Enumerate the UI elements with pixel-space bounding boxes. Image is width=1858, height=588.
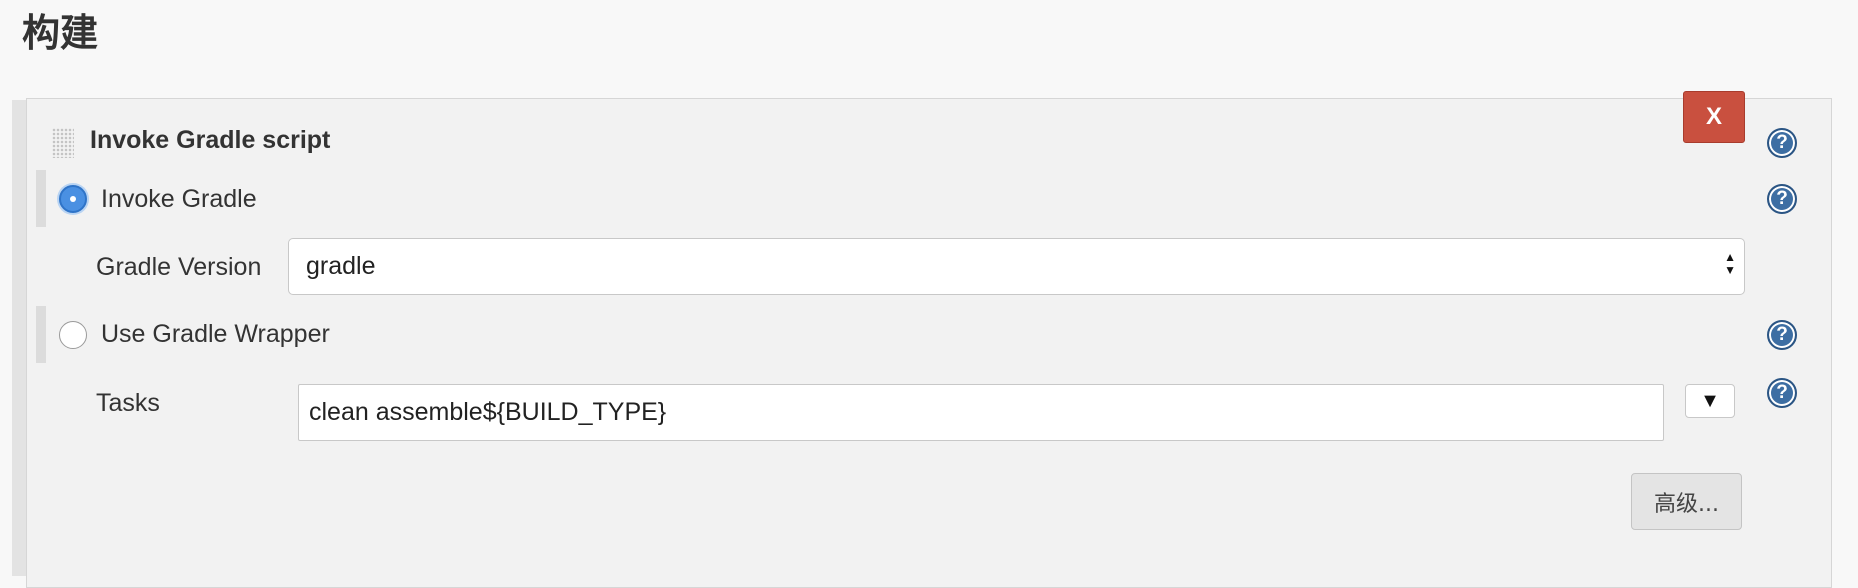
section-title: 构建 — [22, 11, 99, 55]
select-arrows-icon: ▲ ▼ — [1724, 250, 1736, 277]
delete-step-button[interactable]: X — [1683, 91, 1745, 143]
tasks-input[interactable] — [298, 384, 1664, 441]
option-indent-bar — [36, 170, 46, 227]
tasks-label: Tasks — [96, 389, 160, 417]
use-gradle-wrapper-label[interactable]: Use Gradle Wrapper — [101, 320, 330, 349]
tasks-expand-button[interactable]: ▼ — [1685, 384, 1735, 418]
help-icon-invoke-gradle[interactable]: ? — [1767, 184, 1797, 214]
advanced-button[interactable]: 高级... — [1631, 473, 1742, 530]
help-icon-gradle-wrapper[interactable]: ? — [1767, 320, 1797, 350]
help-icon-tasks[interactable]: ? — [1767, 378, 1797, 408]
drag-handle-icon[interactable] — [52, 128, 74, 158]
section-side-bar — [12, 100, 26, 576]
gradle-version-value: gradle — [306, 252, 376, 280]
help-icon-step[interactable]: ? — [1767, 128, 1797, 158]
gradle-version-label: Gradle Version — [96, 253, 262, 281]
build-step-title: Invoke Gradle script — [90, 126, 331, 154]
invoke-gradle-label[interactable]: Invoke Gradle — [101, 185, 257, 214]
use-gradle-wrapper-radio[interactable] — [59, 321, 87, 349]
invoke-gradle-radio[interactable] — [59, 185, 87, 213]
gradle-version-select[interactable]: gradle ▲ ▼ — [288, 238, 1745, 295]
option-indent-bar — [36, 306, 46, 363]
